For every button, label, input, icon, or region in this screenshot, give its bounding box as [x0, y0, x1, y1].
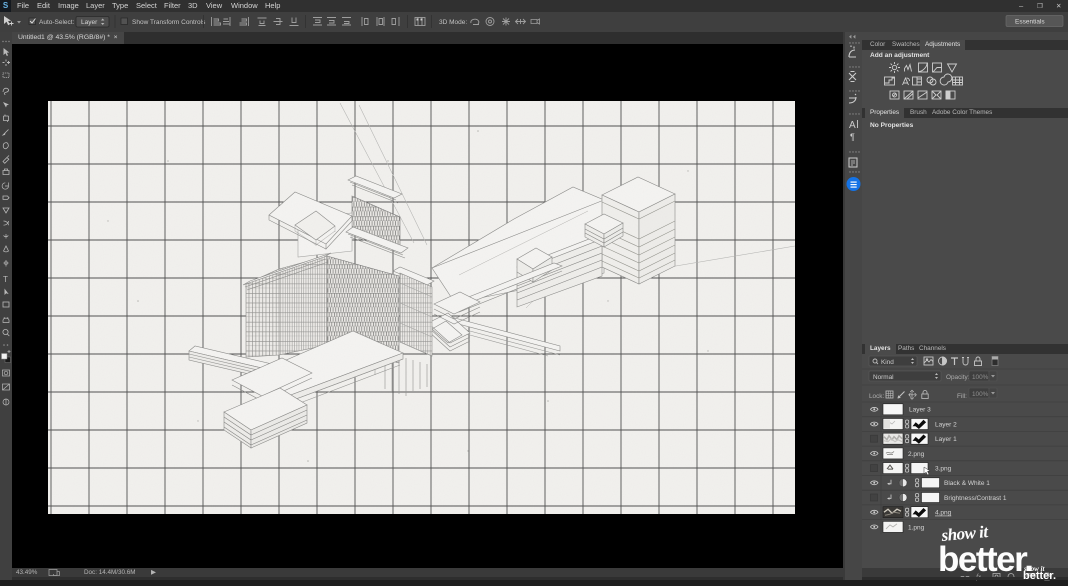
- svg-text:Auto-Select:: Auto-Select:: [39, 19, 75, 26]
- svg-text:☰: ☰: [850, 181, 857, 190]
- svg-text:3.png: 3.png: [935, 466, 952, 473]
- svg-text:Kind: Kind: [881, 359, 894, 366]
- svg-text:Opacity:: Opacity:: [946, 374, 970, 381]
- svg-text:100%: 100%: [972, 374, 989, 381]
- svg-text:4.png: 4.png: [935, 510, 952, 517]
- svg-text:better.: better.: [1023, 570, 1056, 580]
- svg-text:Layer 1: Layer 1: [935, 436, 957, 443]
- svg-text:Brightness/Contrast 1: Brightness/Contrast 1: [944, 495, 1007, 502]
- svg-text:A: A: [849, 120, 856, 131]
- svg-text:100%: 100%: [972, 391, 989, 398]
- svg-text:Lock:: Lock:: [869, 393, 884, 400]
- svg-text:Black & White 1: Black & White 1: [944, 480, 990, 487]
- svg-text:Fill:: Fill:: [957, 393, 967, 400]
- svg-text:Essentials: Essentials: [1015, 19, 1045, 26]
- svg-text:Layer 3: Layer 3: [909, 407, 931, 414]
- svg-text:Layer 2: Layer 2: [935, 421, 957, 428]
- svg-text:T: T: [3, 275, 8, 284]
- svg-text:Show Transform Controls: Show Transform Controls: [132, 19, 206, 26]
- svg-text:3D Mode:: 3D Mode:: [439, 19, 467, 26]
- svg-text:Layer: Layer: [81, 19, 98, 26]
- svg-text:¶: ¶: [850, 132, 855, 142]
- svg-text:2.png: 2.png: [908, 451, 925, 458]
- svg-text:1.png: 1.png: [908, 524, 925, 531]
- svg-text:Normal: Normal: [873, 374, 894, 381]
